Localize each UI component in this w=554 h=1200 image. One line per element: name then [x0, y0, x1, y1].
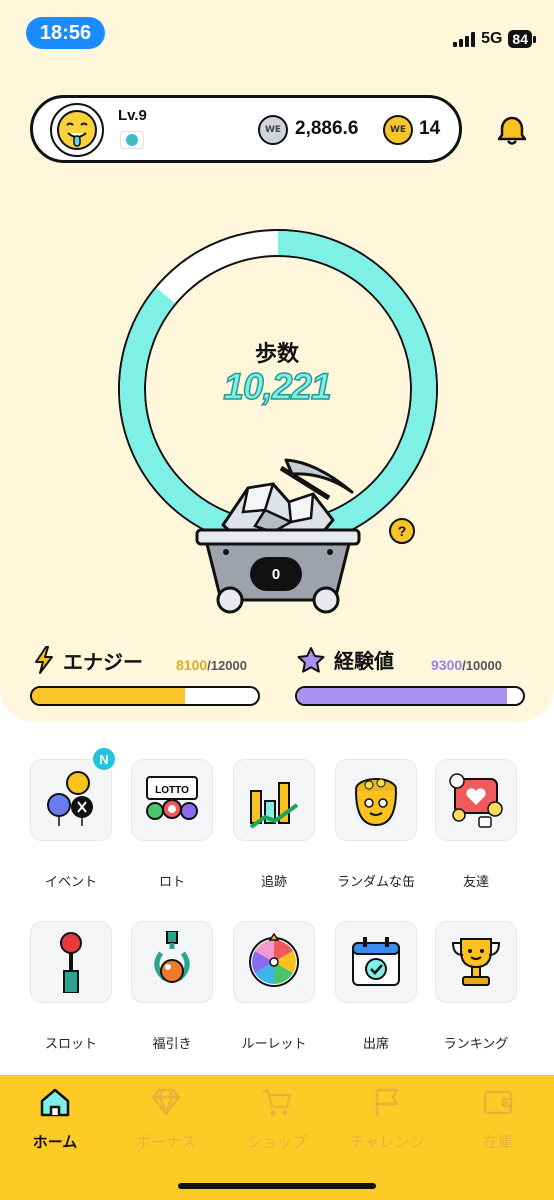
nav-label: ボーナス	[135, 1133, 196, 1151]
feature-label: 友達	[462, 875, 489, 890]
nav-label: ショップ	[246, 1133, 307, 1151]
steps-label: 歩数	[254, 342, 299, 367]
event-tile[interactable]: N	[30, 746, 117, 841]
signal-icon	[453, 31, 476, 47]
avatar[interactable]	[50, 103, 104, 157]
experience-value: 9300/10000	[431, 657, 502, 673]
gold-coin-icon: WE	[383, 115, 413, 145]
experience-title: 経験値	[296, 645, 394, 674]
profile-bar[interactable]: Lv.9 WE 2,886.6 WE 14	[30, 95, 462, 163]
new-badge: N	[91, 746, 117, 772]
nav-label: チャレンジ	[349, 1133, 425, 1151]
claw-prize-icon	[154, 931, 190, 983]
feature-label: ランダムな缶	[336, 875, 415, 890]
cart-icon	[263, 1089, 292, 1116]
feature-label: ロト	[158, 875, 185, 890]
help-icon[interactable]: ?	[389, 518, 415, 544]
svg-text:LOTTO: LOTTO	[155, 785, 189, 796]
random-can-icon	[355, 778, 397, 827]
feature-tracking[interactable]: 追跡	[232, 759, 316, 890]
nav-home[interactable]: ホーム	[0, 1085, 110, 1152]
experience-bar-fill	[297, 688, 508, 704]
energy-max: /12000	[207, 658, 247, 673]
nav-bonus[interactable]: ボーナス	[111, 1085, 221, 1152]
star-icon	[297, 646, 325, 673]
mine-cart-icon[interactable]	[193, 450, 363, 620]
feature-label: ランキング	[443, 1037, 509, 1052]
feature-roulette[interactable]: ルーレット	[232, 921, 316, 1052]
tracking-chart-icon	[249, 782, 299, 829]
roulette-tile[interactable]	[233, 921, 315, 1003]
silver-coin-icon: WE	[258, 115, 288, 145]
tracking-tile[interactable]	[233, 759, 315, 841]
feature-random-can[interactable]: ランダムな缶	[334, 759, 418, 890]
feature-label: スロット	[44, 1037, 97, 1052]
ranking-trophy-icon	[451, 938, 501, 986]
globe-icon	[120, 131, 144, 149]
friends-icon	[449, 773, 503, 828]
nav-shop[interactable]: ショップ	[222, 1085, 332, 1152]
lucky-draw-tile[interactable]	[131, 921, 213, 1003]
feature-label: 追跡	[260, 875, 287, 890]
ranking-tile[interactable]	[435, 921, 517, 1003]
wallet-icon	[483, 1090, 513, 1115]
slot-tile[interactable]	[30, 921, 112, 1003]
bottom-navigation: ホーム ボーナス ショップ チャレンジ 在庫	[0, 1075, 554, 1200]
energy-title: エナジー	[33, 645, 143, 675]
steps-count: 10,221	[223, 365, 333, 408]
energy-bar	[30, 686, 260, 706]
friends-tile[interactable]	[435, 759, 517, 841]
home-icon	[40, 1088, 70, 1117]
feature-slot[interactable]: スロット	[29, 921, 113, 1052]
feature-label: ルーレット	[241, 1037, 307, 1052]
lightning-icon	[35, 646, 53, 674]
status-time: 18:56	[26, 17, 105, 49]
feature-lotto[interactable]: LOTTO ロト	[130, 759, 214, 890]
feature-ranking[interactable]: ランキング	[434, 921, 518, 1052]
battery-level: 84	[508, 30, 536, 48]
nav-label: ホーム	[32, 1133, 78, 1151]
nav-challenge[interactable]: チャレンジ	[332, 1085, 442, 1152]
nav-inventory[interactable]: 在庫	[443, 1085, 553, 1152]
feature-friends[interactable]: 友達	[434, 759, 518, 890]
feature-label: 福引き	[152, 1037, 192, 1052]
flag-icon	[375, 1088, 399, 1116]
experience-label: 経験値	[334, 649, 394, 673]
home-indicator[interactable]	[178, 1183, 376, 1189]
experience-bar	[295, 686, 525, 706]
diamond-icon	[151, 1088, 181, 1116]
feature-label: イベント	[44, 875, 97, 890]
lotto-icon: LOTTO	[146, 776, 198, 820]
user-level: Lv.9	[118, 107, 147, 124]
avatar-face-icon	[57, 110, 97, 150]
bell-icon[interactable]	[495, 114, 529, 148]
nav-label: 在庫	[482, 1133, 513, 1151]
lotto-tile[interactable]: LOTTO	[131, 759, 213, 841]
experience-max: /10000	[462, 658, 502, 673]
feature-event[interactable]: N イベント	[29, 746, 117, 890]
energy-current: 8100	[176, 657, 208, 673]
event-icon	[47, 771, 93, 826]
gold-coin-balance: 14	[419, 118, 441, 139]
feature-label: 出席	[362, 1037, 389, 1052]
status-indicators: 5G 84	[453, 30, 536, 48]
feature-attendance[interactable]: 出席	[334, 921, 418, 1052]
feature-lucky-draw[interactable]: 福引き	[130, 921, 214, 1052]
network-type: 5G	[481, 30, 503, 47]
attendance-calendar-icon	[352, 937, 400, 986]
cart-count: 0	[250, 557, 302, 591]
energy-label: エナジー	[63, 649, 143, 674]
attendance-tile[interactable]	[335, 921, 417, 1003]
energy-value: 8100/12000	[176, 657, 247, 673]
roulette-icon	[249, 932, 299, 987]
random-can-tile[interactable]	[335, 759, 417, 841]
energy-bar-fill	[32, 688, 185, 704]
experience-current: 9300	[431, 657, 463, 673]
silver-coin-balance: 2,886.6	[295, 118, 359, 139]
slot-lever-icon	[60, 932, 82, 993]
